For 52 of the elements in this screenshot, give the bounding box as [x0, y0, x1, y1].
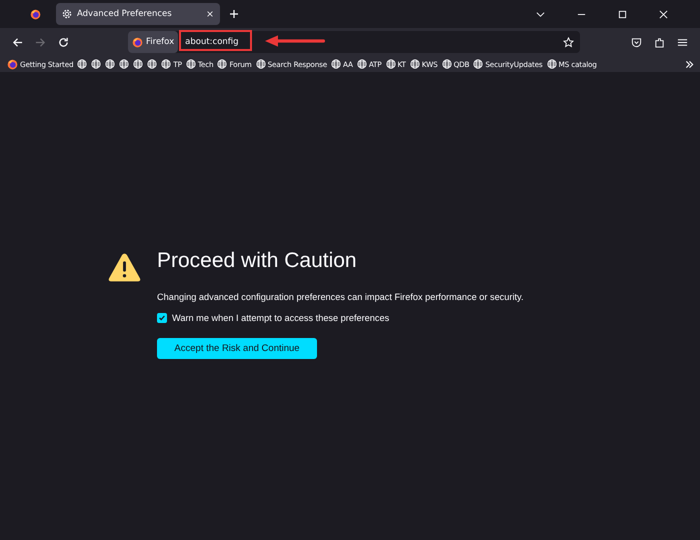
globe-icon: [217, 59, 228, 69]
globe-icon: [442, 59, 452, 69]
close-icon[interactable]: [206, 10, 214, 18]
bookmark-item[interactable]: [119, 59, 130, 69]
checkbox-label: Warn me when I attempt to access these preferences: [172, 313, 390, 323]
bookmark-item[interactable]: [147, 59, 158, 69]
globe-icon: [473, 59, 484, 69]
bookmark-item[interactable]: [91, 59, 102, 69]
globe-icon: [410, 59, 420, 69]
globe-icon: [356, 59, 367, 69]
warning-title: Proceed with Caution: [157, 248, 357, 274]
warning-description: Changing advanced configuration preferences can impact Firefox performance or security.: [157, 292, 524, 302]
globe-icon: [256, 59, 266, 69]
maximize-icon[interactable]: [618, 10, 627, 18]
accept-button[interactable]: Accept the Risk and Continue: [157, 338, 317, 359]
firefox-logo-icon: [7, 58, 18, 70]
more-bookmarks-icon[interactable]: [685, 60, 694, 68]
globe-icon: [161, 59, 172, 69]
globe-icon: [133, 59, 144, 69]
globe-icon: [186, 59, 196, 69]
browser-tab[interactable]: Advanced Preferences: [56, 3, 220, 25]
bookmark-item[interactable]: [105, 59, 116, 69]
globe-icon: [77, 59, 88, 69]
star-icon[interactable]: [563, 36, 574, 48]
globe-icon: [147, 59, 158, 69]
firefox-logo-icon: [30, 8, 41, 20]
back-arrow-icon[interactable]: [12, 36, 23, 48]
globe-icon: [119, 59, 130, 69]
bookmark-item[interactable]: [133, 59, 144, 69]
new-tab-icon[interactable]: [229, 9, 239, 19]
identity-button[interactable]: Firefox: [128, 31, 178, 53]
firefox-logo-icon: [132, 36, 143, 48]
globe-icon: [105, 59, 116, 69]
menu-icon[interactable]: [677, 36, 688, 48]
globe-icon: [331, 59, 342, 69]
globe-icon: [386, 59, 396, 69]
gear-icon: [62, 9, 72, 19]
url-text: about:config: [185, 37, 239, 47]
forward-arrow-icon[interactable]: [35, 36, 46, 48]
tab-title: Advanced Preferences: [77, 9, 173, 19]
extensions-icon[interactable]: [654, 36, 665, 48]
checkbox[interactable]: [157, 313, 167, 323]
chevron-down-icon[interactable]: [536, 10, 545, 18]
address-bar[interactable]: Firefox about:config: [128, 31, 580, 53]
reload-icon[interactable]: [58, 36, 69, 48]
warning-icon: [108, 252, 141, 283]
globe-icon: [91, 59, 102, 69]
close-window-icon[interactable]: [659, 10, 668, 18]
pocket-icon[interactable]: [631, 36, 642, 48]
arrow-annotation: [265, 35, 325, 47]
bookmark-item[interactable]: [77, 59, 88, 69]
globe-icon: [546, 59, 557, 69]
